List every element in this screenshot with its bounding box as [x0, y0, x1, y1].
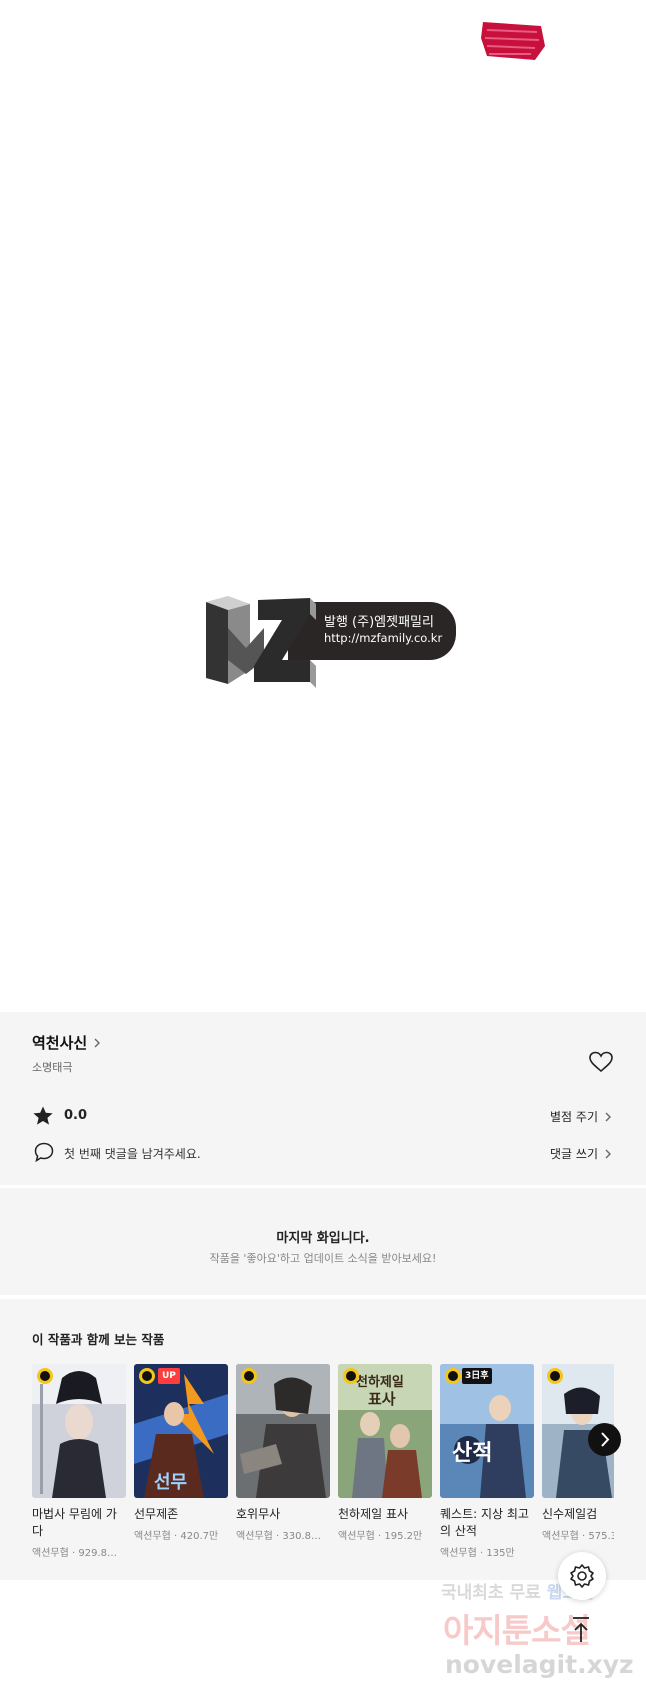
cover-art: 산적: [440, 1364, 534, 1498]
rate-button-label: 별점 주기: [550, 1110, 598, 1124]
comment-icon: [34, 1142, 54, 1163]
last-episode-subtitle: 작품을 '좋아요'하고 업데이트 소식을 받아보세요!: [209, 1252, 437, 1265]
cover-art: 선무: [134, 1364, 228, 1498]
card-meta: 액션무협 · 929.8…: [32, 1548, 117, 1559]
comment-prompt[interactable]: 첫 번째 댓글을 남겨주세요.: [64, 1145, 201, 1162]
series-info-panel: 역천사신 소명태극 0.0 별점 주기 첫 번째 댓글을 남겨주세요. 댓글 쓰…: [0, 1012, 646, 1185]
card-title: 신수제일검: [542, 1507, 598, 1521]
recommendation-card[interactable]: 마법사 무림에 가다 액션무협 · 929.8…: [32, 1364, 126, 1559]
clock-badge-icon: [139, 1368, 155, 1384]
heart-icon[interactable]: [588, 1050, 614, 1074]
rating-value: 0.0: [64, 1108, 88, 1123]
card-genre: 액션무협: [32, 1548, 69, 1559]
card-views: 575.3: [588, 1531, 614, 1542]
card-title: 호위무사: [236, 1507, 281, 1521]
svg-text:선무: 선무: [154, 1472, 187, 1493]
mz-logo: [206, 596, 316, 688]
cover-art: [32, 1364, 126, 1498]
cover-art: 천하제일 표사: [338, 1364, 432, 1498]
recommendation-card[interactable]: 호위무사 액션무협 · 330.8…: [236, 1364, 330, 1542]
cover-image: [32, 1364, 126, 1498]
carousel-next-button[interactable]: [588, 1423, 621, 1456]
settings-icon: [570, 1564, 594, 1588]
card-meta: 액션무협 · 420.7만: [134, 1531, 219, 1542]
scroll-top-button[interactable]: [567, 1614, 595, 1646]
card-title: 마법사 무림에 가다: [32, 1507, 117, 1538]
series-title-link[interactable]: 역천사신: [32, 1032, 103, 1053]
card-views: 929.8…: [78, 1548, 117, 1559]
card-meta: 액션무협 · 135만: [440, 1548, 515, 1559]
publisher-name: 발행 (주)엠젯패밀리: [324, 615, 434, 630]
author-name: 소명태극: [32, 1061, 73, 1074]
clock-badge-icon: [445, 1368, 461, 1384]
publisher-badge: 발행 (주)엠젯패밀리 http://mzfamily.co.kr: [198, 590, 458, 690]
clock-badge-icon: [343, 1368, 359, 1384]
card-views: 330.8…: [282, 1531, 321, 1542]
recommendations-heading: 이 작품과 함께 보는 작품: [32, 1332, 165, 1347]
cover-image: 선무 UP: [134, 1364, 228, 1498]
card-views: 135만: [486, 1548, 515, 1559]
publisher-url[interactable]: http://mzfamily.co.kr: [324, 631, 442, 645]
card-genre: 액션무협: [542, 1531, 579, 1542]
card-views: 420.7만: [180, 1531, 219, 1542]
recommendation-card[interactable]: 천하제일 표사 천하제일 표사 액션무협 · 195.2만: [338, 1364, 432, 1542]
recommendation-card[interactable]: 선무 UP 선무제존 액션무협 · 420.7만: [134, 1364, 228, 1542]
card-views: 195.2만: [384, 1531, 423, 1542]
clock-badge-icon: [241, 1368, 257, 1384]
last-episode-title: 마지막 화입니다.: [276, 1231, 370, 1246]
days-badge: 3日후: [462, 1368, 492, 1384]
clock-badge-icon: [37, 1368, 53, 1384]
card-genre: 액션무협: [236, 1531, 273, 1542]
arrow-up-icon: [573, 1617, 589, 1642]
card-meta: 액션무협 · 330.8…: [236, 1531, 321, 1542]
clock-badge-icon: [547, 1368, 563, 1384]
series-title: 역천사신: [32, 1034, 88, 1052]
star-icon: [33, 1106, 53, 1125]
red-scribble-mark: [481, 22, 545, 60]
up-badge: UP: [158, 1368, 180, 1384]
cover-art: [236, 1364, 330, 1498]
card-title: 선무제존: [134, 1507, 179, 1521]
card-meta: 액션무협 · 575.3: [542, 1527, 614, 1542]
write-comment-button[interactable]: 댓글 쓰기: [550, 1145, 614, 1162]
write-comment-label: 댓글 쓰기: [550, 1147, 598, 1161]
chevron-right-icon: [601, 1432, 610, 1447]
recommendations-carousel[interactable]: 마법사 무림에 가다 액션무협 · 929.8… 선무 UP 선무제존 액션무협…: [32, 1364, 614, 1574]
svg-text:천하제일: 천하제일: [356, 1374, 404, 1390]
cover-image: 산적 3日후: [440, 1364, 534, 1498]
watermark-line1-gray: 국내최초 무료: [441, 1583, 541, 1603]
card-genre: 액션무협: [134, 1531, 171, 1542]
last-episode-panel: 마지막 화입니다. 작품을 '좋아요'하고 업데이트 소식을 받아보세요!: [0, 1188, 646, 1295]
settings-button[interactable]: [558, 1552, 606, 1600]
card-title: 천하제일 표사: [338, 1507, 409, 1521]
cover-image: [236, 1364, 330, 1498]
recommendations-track: 마법사 무림에 가다 액션무협 · 929.8… 선무 UP 선무제존 액션무협…: [32, 1364, 614, 1574]
svg-text:표사: 표사: [368, 1390, 396, 1408]
chevron-right-icon: [605, 1112, 611, 1121]
chevron-right-icon: [94, 1038, 101, 1047]
recommendation-card[interactable]: 산적 3日후 퀘스트: 지상 최고의 산적 액션무협 · 135만: [440, 1364, 534, 1559]
watermark-line3: novelagit.xyz: [445, 1650, 634, 1679]
cover-image: 천하제일 표사: [338, 1364, 432, 1498]
card-genre: 액션무협: [338, 1531, 375, 1542]
rate-button[interactable]: 별점 주기: [550, 1108, 614, 1125]
card-meta: 액션무협 · 195.2만: [338, 1531, 423, 1542]
recommendations-panel: 이 작품과 함께 보는 작품 마법사 무림에 가다 액션무협 · 929.8…: [0, 1299, 646, 1580]
site-watermark: 국내최초 무료 웹소설 아지툰소설 novelagit.xyz: [441, 1578, 641, 1688]
svg-text:산적: 산적: [452, 1441, 492, 1466]
chevron-right-icon: [605, 1149, 611, 1158]
card-title: 퀘스트: 지상 최고의 산적: [440, 1507, 529, 1538]
card-genre: 액션무협: [440, 1548, 477, 1559]
